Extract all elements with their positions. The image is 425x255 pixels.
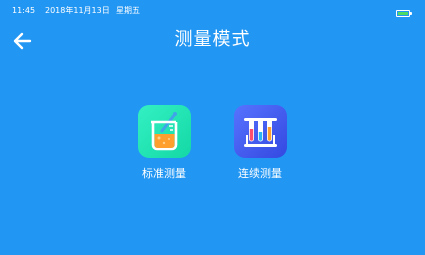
- mode-label: 标准测量: [142, 167, 186, 180]
- page-title: 测量模式: [174, 29, 251, 50]
- continuous-measurement-button[interactable]: 连续测量: [220, 104, 300, 181]
- status-bar: 11:45 2018年11月13日 星期五: [0, 0, 425, 22]
- status-time: 11:45: [12, 6, 36, 15]
- battery-level: [398, 12, 408, 15]
- status-date: 2018年11月13日: [45, 6, 110, 15]
- mode-list: 标准测量 连续测量: [0, 104, 425, 204]
- standard-measurement-button[interactable]: 标准测量: [124, 104, 204, 181]
- beaker-icon: [137, 105, 191, 158]
- status-weekday: 星期五: [116, 6, 140, 15]
- mode-label: 连续测量: [238, 167, 282, 180]
- battery-icon: [396, 10, 412, 17]
- test-tubes-icon: [233, 105, 287, 158]
